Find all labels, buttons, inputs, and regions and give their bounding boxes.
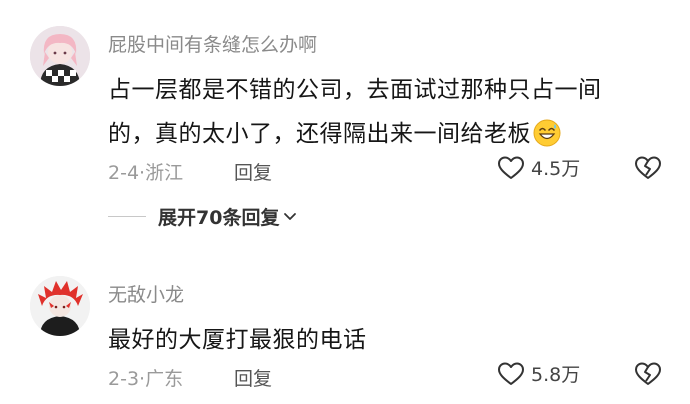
dislike-button[interactable] (634, 155, 662, 185)
avatar[interactable] (30, 276, 90, 336)
dislike-button[interactable] (634, 361, 662, 391)
like-count: 4.5万 (531, 158, 581, 180)
broken-heart-icon (635, 362, 661, 385)
comment-date: 2-4 (108, 162, 140, 184)
like-button[interactable]: 4.5万 (497, 154, 580, 181)
like-button[interactable]: 5.8万 (497, 360, 580, 387)
reply-button[interactable]: 回复 (234, 158, 272, 185)
comment-meta: 2-3·广东 (108, 364, 183, 391)
divider (108, 216, 146, 217)
comment-meta: 2-4·浙江 (108, 158, 183, 185)
comment-text-line: 最好的大厦打最狠的电话 (108, 327, 367, 353)
heart-outline-icon (498, 156, 524, 179)
reply-button[interactable]: 回复 (234, 364, 272, 391)
broken-heart-icon (635, 156, 661, 179)
comment-location: 浙江 (145, 162, 184, 184)
grinning-sweat-emoji-icon (533, 119, 561, 153)
heart-outline-icon (498, 362, 524, 385)
comment-text-line: 占一层都是不错的公司，去面试过那种只占一间 (108, 77, 602, 103)
expand-replies-label: 展开70条回复 (158, 207, 280, 229)
username[interactable]: 无敌小龙 (108, 280, 184, 307)
chevron-down-icon (284, 212, 297, 220)
avatar-image (30, 276, 90, 336)
avatar[interactable] (30, 26, 90, 86)
expand-replies-button[interactable]: 展开70条回复 (108, 203, 297, 230)
comment-location: 广东 (145, 368, 184, 390)
comment-date: 2-3 (108, 368, 140, 390)
comment-text-line: 的，真的太小了，还得隔出来一间给老板 (108, 114, 561, 153)
comment-2: 无敌小龙 最好的大厦打最狠的电话 2-3·广东 回复 5.8万 (0, 250, 690, 404)
comment-1: 屁股中间有条缝怎么办啊 占一层都是不错的公司，去面试过那种只占一间 的，真的太小… (0, 0, 690, 250)
like-count: 5.8万 (531, 364, 581, 386)
username[interactable]: 屁股中间有条缝怎么办啊 (108, 30, 317, 57)
avatar-image (30, 26, 90, 86)
comment-text: 的，真的太小了，还得隔出来一间给老板 (108, 121, 531, 147)
